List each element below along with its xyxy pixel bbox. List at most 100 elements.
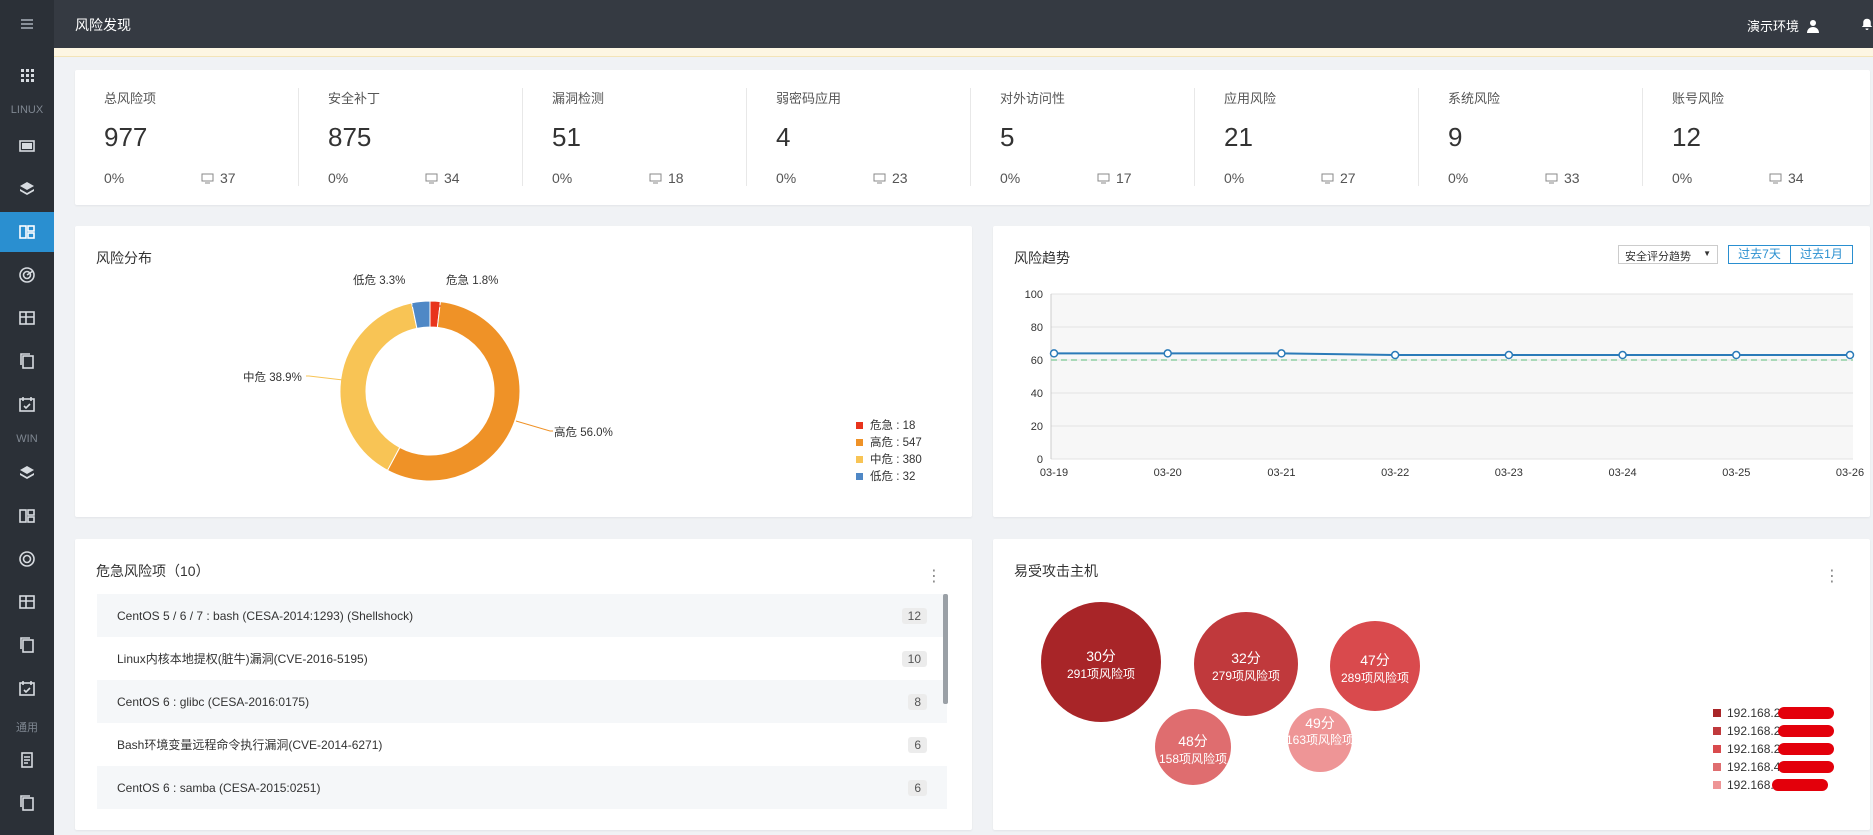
redaction-mark (1778, 761, 1835, 773)
x-tick-label: 03-20 (1154, 467, 1182, 479)
sidebar-label-linux: LINUX (10, 104, 44, 116)
files-icon[interactable] (0, 783, 54, 823)
apps-grid-icon[interactable] (0, 55, 54, 95)
risk-count-badge: 8 (908, 693, 927, 710)
list-item[interactable]: Bash环境变量远程命令执行漏洞(CVE-2014-6271) 6 (97, 723, 947, 766)
data-point[interactable] (1618, 350, 1627, 360)
data-point[interactable] (1049, 349, 1059, 358)
environment-switcher[interactable]: 演示环境 (1747, 16, 1821, 35)
stat-value: 21 (1224, 122, 1253, 152)
host-ip: 192.168.2 (1727, 724, 1781, 738)
data-point[interactable] (1390, 350, 1400, 360)
legend-swatch-high (856, 439, 863, 446)
stat-percent: 0% (1672, 170, 1693, 186)
stat-external-access[interactable]: 对外访问性 5 0% 17 (971, 88, 1195, 186)
host-bubble[interactable]: 48分 158项风险项 (1155, 709, 1231, 785)
win-calendar-check-icon[interactable] (0, 668, 54, 708)
risk-name: CentOS 6 : glibc (CESA-2016:0175) (117, 694, 310, 709)
stat-percent: 0% (328, 170, 349, 186)
leader-line-medium (306, 375, 344, 381)
legend-item[interactable]: 192.168.2 (1713, 722, 1835, 740)
bubble-items: 279项风险项 (1212, 668, 1280, 683)
report-icon[interactable] (0, 740, 54, 780)
stat-system-risk[interactable]: 系统风险 9 0% 33 (1419, 88, 1643, 186)
legend-item[interactable]: 192.168.2 (1713, 704, 1835, 722)
host-bubble[interactable]: 30分 291项风险项 (1041, 602, 1161, 722)
stat-value: 51 (552, 122, 581, 152)
layers-icon[interactable] (0, 169, 54, 209)
host-icon (201, 173, 214, 183)
list-item[interactable]: CentOS 6 : glibc (CESA-2016:0175) 8 (97, 680, 947, 723)
stat-host-count: 23 (892, 170, 908, 186)
stat-app-risk[interactable]: 应用风险 21 0% 27 (1195, 88, 1419, 186)
redaction-mark (1778, 707, 1835, 719)
legend-item-high: 高危 : 547 (870, 435, 922, 449)
stat-security-patch[interactable]: 安全补丁 875 0% 34 (299, 88, 523, 186)
documents-icon[interactable] (0, 341, 54, 381)
stat-total-risk[interactable]: 总风险项 977 0% 37 (75, 88, 299, 186)
host-icon (1321, 173, 1334, 183)
list-item[interactable]: CentOS 6 : samba (CESA-2015:0251) 6 (97, 766, 947, 809)
y-tick-label: 0 (1037, 454, 1043, 466)
risk-count-badge: 6 (908, 736, 927, 753)
monitor-icon[interactable] (0, 126, 54, 166)
list-item[interactable]: Linux内核本地提权(脏牛)漏洞(CVE-2016-5195) 10 (97, 637, 947, 680)
plot-area (1051, 294, 1853, 459)
host-bubble[interactable]: 49分 163项风险项 (1286, 708, 1354, 772)
stat-percent: 0% (1224, 170, 1245, 186)
risk-count-badge: 12 (901, 607, 927, 624)
data-point[interactable] (1732, 350, 1741, 360)
data-point[interactable] (1163, 349, 1172, 358)
user-icon[interactable] (1805, 18, 1821, 34)
stat-percent: 0% (552, 170, 573, 186)
dashboard-icon[interactable] (0, 212, 54, 252)
legend-item[interactable]: 192.168.4 (1713, 758, 1835, 776)
host-bubble[interactable]: 32分 279项风险项 (1194, 612, 1298, 716)
stats-card: 总风险项 977 0% 37 安全补丁 875 0% 34 漏洞检测 51 0%… (75, 70, 1870, 205)
host-legend: 192.168.2 192.168.2 192.168.2 192.168.4 … (1713, 704, 1835, 794)
legend-item[interactable]: 192.168. (1713, 776, 1834, 794)
list-item[interactable]: CentOS 5 / 6 / 7 : bash (CESA-2014:1293)… (97, 594, 947, 637)
x-tick-label: 03-21 (1267, 467, 1295, 479)
stat-vuln-detect[interactable]: 漏洞检测 51 0% 18 (523, 88, 747, 186)
chart-board-icon[interactable] (0, 298, 54, 338)
bell-icon[interactable] (1861, 16, 1873, 32)
risk-name: CentOS 6 : samba (CESA-2015:0251) (117, 780, 321, 795)
host-icon (873, 173, 886, 183)
bubble-score: 48分 (1178, 733, 1208, 749)
win-chart-board-icon[interactable] (0, 582, 54, 622)
host-icon (425, 173, 438, 183)
host-ip: 192.168. (1727, 778, 1774, 792)
list-scrollbar[interactable] (943, 594, 948, 704)
redaction-mark (1778, 725, 1835, 737)
calendar-check-icon[interactable] (0, 384, 54, 424)
win-layers-icon[interactable] (0, 453, 54, 493)
legend-item[interactable]: 192.168.2 (1713, 740, 1835, 758)
sidebar: LINUX WIN 通用 (0, 0, 54, 835)
win-dashboard-icon[interactable] (0, 496, 54, 536)
host-bubble[interactable]: 47分 289项风险项 (1330, 621, 1420, 711)
radar-icon[interactable] (0, 255, 54, 295)
risk-name: Bash环境变量远程命令执行漏洞(CVE-2014-6271) (117, 738, 383, 752)
stat-value: 5 (1000, 122, 1015, 152)
risk-trend-card: 风险趋势 安全评分趋势 ▼ 过去7天 过去1月 0 20 40 60 80 100 03-1… (993, 226, 1870, 517)
win-documents-icon[interactable] (0, 625, 54, 665)
legend-swatch-low (856, 473, 863, 480)
stat-account-risk[interactable]: 账号风险 12 0% 34 (1643, 88, 1867, 186)
data-point[interactable] (1845, 350, 1855, 360)
more-menu-icon[interactable]: ⋮ (926, 566, 942, 586)
y-tick-label: 80 (1031, 322, 1043, 334)
data-point[interactable] (1277, 349, 1286, 358)
bubble-score: 30分 (1086, 648, 1116, 664)
stat-value: 875 (328, 122, 372, 152)
stat-weak-password[interactable]: 弱密码应用 4 0% 23 (747, 88, 971, 186)
stat-host-count: 18 (668, 170, 684, 186)
win-radar-icon[interactable] (0, 539, 54, 579)
data-point[interactable] (1504, 350, 1514, 360)
risk-distribution-card: 风险分布 危急 1.8% 高危 56.0% 中危 38.9% 低危 3.3% 危… (75, 226, 972, 517)
legend-item-medium: 中危 : 380 (870, 453, 922, 466)
donut-slice-medium[interactable] (339, 302, 418, 472)
environment-label: 演示环境 (1746, 19, 1799, 34)
menu-icon[interactable] (0, 4, 54, 44)
stat-value: 4 (776, 122, 791, 152)
